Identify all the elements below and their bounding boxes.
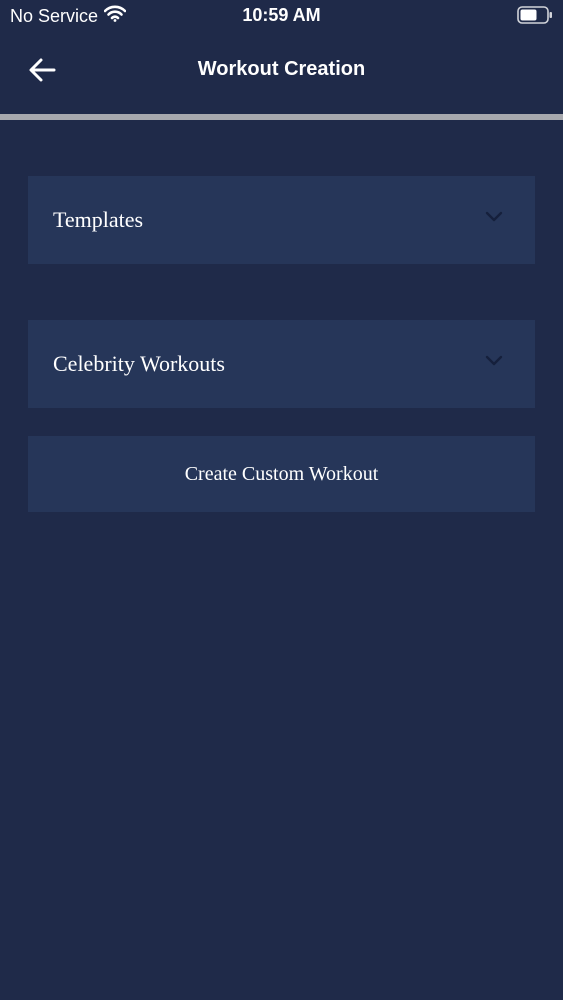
chevron-down-icon bbox=[483, 209, 505, 225]
battery-icon bbox=[517, 6, 553, 28]
create-custom-workout-button[interactable]: Create Custom Workout bbox=[28, 436, 535, 512]
status-right bbox=[517, 6, 553, 29]
nav-bar: Workout Creation bbox=[0, 34, 563, 114]
celebrity-workouts-dropdown[interactable]: Celebrity Workouts bbox=[28, 320, 535, 408]
page-title: Workout Creation bbox=[197, 58, 366, 80]
status-bar: No Service 10:59 AM bbox=[0, 0, 563, 34]
chevron-down-icon bbox=[483, 353, 505, 369]
celebrity-workouts-label: Celebrity Workouts bbox=[53, 351, 225, 376]
status-time: 10:59 AM bbox=[242, 5, 321, 25]
templates-dropdown[interactable]: Templates bbox=[28, 176, 535, 264]
create-custom-workout-label: Create Custom Workout bbox=[184, 462, 379, 485]
nav-divider bbox=[0, 114, 563, 120]
templates-label: Templates bbox=[53, 207, 144, 232]
